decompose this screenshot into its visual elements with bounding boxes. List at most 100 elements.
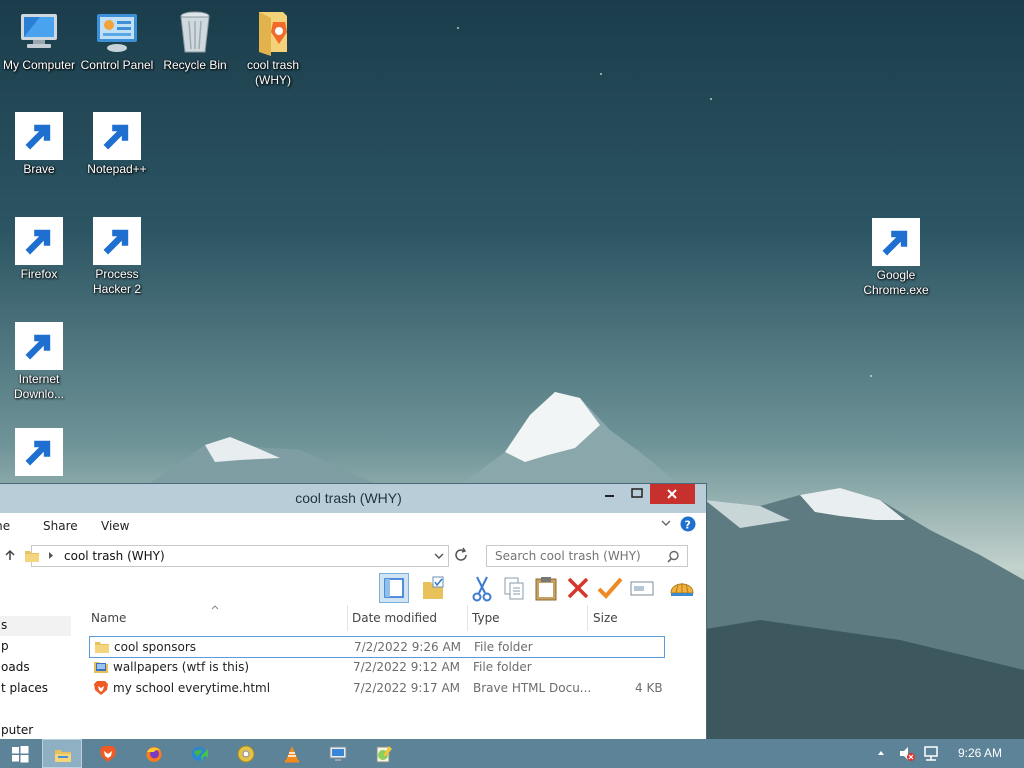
preview-pane-button[interactable]	[379, 573, 409, 603]
start-icon	[12, 746, 29, 763]
file-row-cool-sponsors[interactable]: cool sponsors 7/2/2022 9:26 AM File fold…	[89, 636, 665, 658]
ribbon-tab-home[interactable]: me	[0, 519, 10, 533]
column-header-size[interactable]: Size	[593, 611, 618, 625]
taskbar-vlc[interactable]	[272, 739, 312, 768]
paste-icon	[535, 577, 557, 601]
search-box[interactable]	[486, 545, 688, 567]
taskbar-burn-disc[interactable]	[226, 739, 266, 768]
rename-icon	[630, 581, 654, 596]
desktop-icon-label: Internet Downlo...	[13, 372, 65, 401]
taskbar-notepad-plus-plus[interactable]	[364, 739, 404, 768]
file-name: wallpapers (wtf is this)	[113, 660, 250, 674]
column-divider[interactable]	[467, 605, 468, 631]
desktop-icon-control-panel[interactable]: Control Panel	[78, 8, 156, 73]
cut-button[interactable]	[467, 573, 497, 603]
ribbon-tab-view[interactable]: View	[101, 519, 129, 533]
taskbar-remote-desktop[interactable]	[318, 739, 358, 768]
folder-icon	[249, 8, 297, 56]
show-hidden-icons-icon[interactable]	[877, 750, 885, 756]
desktop-icon-label: Firefox	[20, 267, 58, 281]
nav-item-desktop[interactable]: p	[1, 639, 9, 653]
shortcut-arrow-icon	[872, 218, 920, 266]
internet-download-manager-icon	[15, 322, 63, 370]
maximize-button[interactable]	[623, 484, 650, 504]
search-input[interactable]	[493, 548, 662, 564]
desktop-icon-my-computer[interactable]: My Computer	[0, 8, 78, 73]
desktop-icon-recycle-bin[interactable]: Recycle Bin	[156, 8, 234, 73]
file-row-my-school-everytime[interactable]: my school everytime.html 7/2/2022 9:17 A…	[89, 678, 663, 698]
column-divider[interactable]	[347, 605, 348, 631]
folder-options-icon	[423, 576, 458, 599]
taskbar-clock[interactable]: 9:26 AM	[958, 746, 1002, 760]
nav-item-downloads[interactable]: oads	[1, 660, 30, 674]
taskbar-internet-download-manager[interactable]	[180, 739, 220, 768]
properties-button[interactable]	[595, 573, 625, 603]
file-size: 4 KB	[635, 681, 663, 695]
address-dropdown-icon[interactable]	[434, 553, 444, 560]
brave-html-icon	[94, 681, 108, 695]
network-icon[interactable]	[922, 745, 940, 762]
folder-icon	[25, 551, 39, 562]
desktop-icon-process-hacker[interactable]: Process Hacker 2	[78, 217, 156, 297]
nav-item-recent-places[interactable]: t places	[1, 681, 48, 695]
desktop-icon-google-chrome-exe[interactable]: Google Chrome.exe	[857, 218, 935, 298]
nav-item-computer[interactable]: puter	[1, 723, 33, 737]
delete-button[interactable]	[563, 573, 593, 603]
minimize-button[interactable]	[596, 484, 623, 504]
image-folder-icon	[94, 662, 108, 673]
desktop-icon-notepad-plus-plus[interactable]: ++ Notepad++	[78, 112, 156, 177]
shell-button[interactable]	[667, 573, 697, 603]
file-date: 7/2/2022 9:17 AM	[353, 681, 461, 695]
taskbar-firefox[interactable]	[134, 739, 174, 768]
copy-button[interactable]	[499, 573, 529, 603]
desktop-icon-internet-download-manager[interactable]: Internet Downlo...	[0, 322, 78, 402]
desktop-icon-label: Control Panel	[80, 58, 154, 72]
column-header-date-modified[interactable]: Date modified	[352, 611, 437, 625]
start-button[interactable]	[0, 739, 40, 768]
volume-muted-icon[interactable]	[898, 746, 916, 762]
column-divider[interactable]	[587, 605, 588, 631]
up-arrow-icon[interactable]	[4, 549, 16, 561]
file-name: my school everytime.html	[113, 681, 271, 695]
cut-icon	[472, 576, 492, 602]
blank-file-icon	[872, 218, 920, 266]
rename-button[interactable]	[627, 573, 657, 603]
nav-selected-item[interactable]: s	[0, 616, 71, 636]
close-button[interactable]	[650, 484, 695, 504]
refresh-icon[interactable]	[453, 547, 469, 563]
checkmark-icon	[597, 577, 623, 599]
notepad-plus-plus-icon: ++	[93, 112, 141, 160]
my-computer-icon	[15, 8, 63, 56]
shell-icon	[670, 583, 694, 596]
file-name: cool sponsors	[114, 640, 197, 654]
minimize-icon	[605, 495, 614, 497]
folder-options-button[interactable]	[419, 573, 458, 603]
desktop-icon-label: Process Hacker 2	[92, 267, 142, 296]
window-titlebar[interactable]: cool trash (WHY)	[0, 484, 706, 513]
desktop-icon-brave[interactable]: Brave	[0, 112, 78, 177]
file-row-wallpapers[interactable]: wallpapers (wtf is this) 7/2/2022 9:12 A…	[89, 657, 663, 677]
desktop-icon-cool-trash[interactable]: cool trash (WHY)	[234, 8, 312, 88]
copy-icon	[504, 577, 524, 600]
search-icon	[667, 550, 679, 563]
paste-button[interactable]	[531, 573, 561, 603]
burn-disc-icon	[15, 428, 63, 476]
desktop-icon-label: Notepad++	[87, 162, 147, 176]
shortcut-arrow-icon	[93, 217, 141, 265]
address-bar[interactable]: cool trash (WHY)	[25, 545, 449, 567]
help-icon[interactable]: ?	[680, 516, 696, 532]
brave-icon	[15, 112, 63, 160]
expand-ribbon-icon[interactable]	[661, 520, 671, 528]
desktop-icon-label: Recycle Bin	[163, 58, 227, 72]
column-header-name[interactable]: Name	[91, 611, 126, 625]
ribbon-tab-share[interactable]: Share	[43, 519, 78, 533]
taskbar-brave[interactable]	[88, 739, 128, 768]
breadcrumb-chevron-icon[interactable]	[48, 551, 54, 560]
desktop-icon-burn-disc[interactable]	[0, 428, 78, 482]
taskbar-file-explorer[interactable]	[42, 739, 82, 768]
folder-icon	[95, 642, 109, 653]
ribbon: me Share View ?	[0, 513, 706, 538]
desktop-icon-firefox[interactable]: Firefox	[0, 217, 78, 282]
column-header-type[interactable]: Type	[472, 611, 500, 625]
firefox-icon	[15, 217, 63, 265]
